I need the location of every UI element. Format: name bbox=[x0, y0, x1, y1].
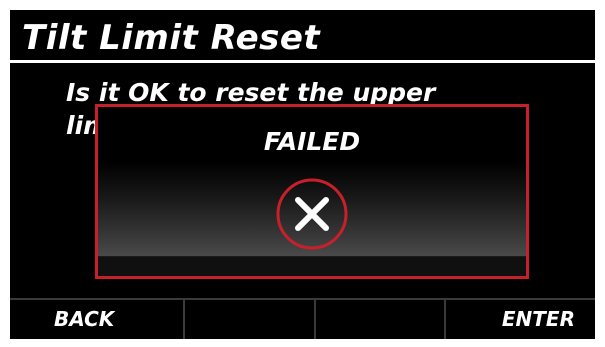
softkey-3[interactable] bbox=[313, 300, 445, 339]
back-button[interactable]: BACK bbox=[10, 300, 183, 339]
enter-button[interactable]: ENTER bbox=[444, 300, 595, 339]
x-circle-icon bbox=[276, 178, 348, 250]
title-divider bbox=[10, 60, 595, 63]
title-bar: Tilt Limit Reset bbox=[10, 10, 595, 60]
failed-dialog: FAILED bbox=[95, 104, 529, 279]
softkey-2[interactable] bbox=[182, 300, 314, 339]
softkey-bar: BACK ENTER bbox=[10, 300, 595, 339]
page-title: Tilt Limit Reset bbox=[22, 18, 321, 58]
dialog-status-text: FAILED bbox=[263, 127, 361, 156]
display-screen: Tilt Limit Reset Is it OK to reset the u… bbox=[10, 10, 595, 339]
